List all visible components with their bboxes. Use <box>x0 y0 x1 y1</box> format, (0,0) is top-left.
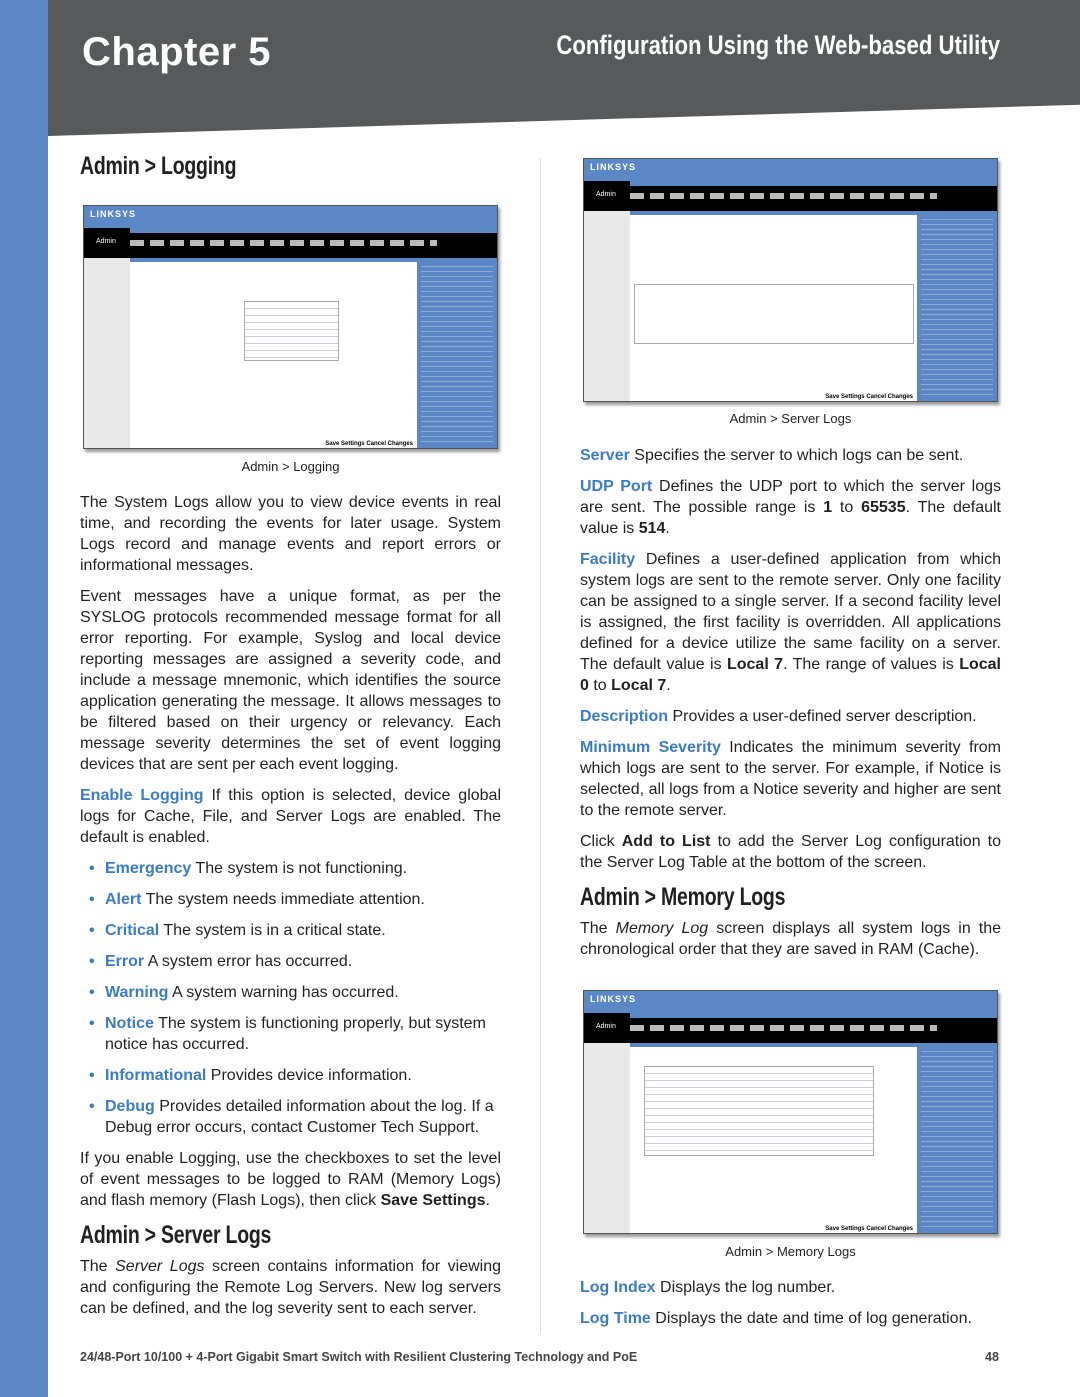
paragraph: The Memory Log screen displays all syste… <box>580 920 1002 958</box>
screenshot-memory-logs: LINKSYS Admin Save Settings Cancel Chang… <box>583 990 998 1234</box>
list-item: Alert The system needs immediate attenti… <box>80 889 501 910</box>
paragraph-enable-logging: Enable Logging If this option is selecte… <box>80 787 502 846</box>
chapter-title: Configuration Using the Web-based Utilit… <box>556 30 1000 60</box>
paragraph-udp-port: UDP Port Defines the UDP port to which t… <box>580 478 1002 537</box>
list-item: Warning A system warning has occurred. <box>80 982 501 1003</box>
list-item: Critical The system is in a critical sta… <box>80 920 501 941</box>
shot-buttons: Save Settings Cancel Changes <box>825 394 913 400</box>
side-color-strip <box>0 0 48 1397</box>
caption-server-logs: Admin > Server Logs <box>729 411 852 426</box>
nav-admin: Admin <box>596 191 616 198</box>
linksys-logo: LINKSYS <box>90 209 137 219</box>
list-item: Debug Provides detailed information abou… <box>80 1096 501 1138</box>
section-heading-memory-logs: Admin > Memory Logs <box>580 883 786 911</box>
section-heading-server-logs: Admin > Server Logs <box>80 1221 272 1249</box>
list-item: Informational Provides device informatio… <box>80 1065 501 1086</box>
section-heading-logging: Admin > Logging <box>80 152 237 180</box>
caption-logging: Admin > Logging <box>241 459 340 474</box>
nav-admin: Admin <box>596 1023 616 1030</box>
shot-buttons: Save Settings Cancel Changes <box>325 441 413 447</box>
column-divider <box>540 158 541 1333</box>
paragraph-log-index: Log Index Displays the log number. <box>580 1279 836 1296</box>
shot-buttons: Save Settings Cancel Changes <box>825 1226 913 1232</box>
list-item: Error A system error has occurred. <box>80 951 501 972</box>
right-body-lower: Log Index Displays the log number. Log T… <box>580 1277 1001 1339</box>
paragraph: Event messages have a unique format, as … <box>80 588 501 773</box>
paragraph-description: Description Provides a user-defined serv… <box>580 708 977 725</box>
paragraph-facility: Facility Defines a user-defined applicat… <box>580 551 1001 694</box>
paragraph-log-time: Log Time Displays the date and time of l… <box>580 1310 972 1327</box>
paragraph: If you enable Logging, use the checkboxe… <box>80 1150 501 1209</box>
left-body: The System Logs allow you to view device… <box>80 492 501 1329</box>
linksys-logo: LINKSYS <box>590 162 637 172</box>
page-number: 48 <box>985 1350 999 1364</box>
severity-list: Emergency The system is not functioning.… <box>80 858 501 1138</box>
screenshot-logging: LINKSYS Admin Save Settings Cancel Chang… <box>83 205 498 449</box>
paragraph-minimum-severity: Minimum Severity Indicates the minimum s… <box>580 739 1001 819</box>
paragraph: Click Add to List to add the Server Log … <box>580 833 1002 871</box>
paragraph: The System Logs allow you to view device… <box>80 494 501 574</box>
paragraph: The Server Logs screen contains informat… <box>80 1258 502 1317</box>
heading-logging-wrap: Admin > Logging <box>80 152 501 180</box>
footer-text: 24/48-Port 10/100 + 4-Port Gigabit Smart… <box>80 1350 638 1364</box>
nav-admin: Admin <box>96 238 116 245</box>
list-item: Notice The system is functioning properl… <box>80 1013 501 1055</box>
list-item: Emergency The system is not functioning. <box>80 858 501 879</box>
chapter-label: Chapter 5 <box>82 30 271 74</box>
linksys-logo: LINKSYS <box>590 994 637 1004</box>
caption-memory-logs: Admin > Memory Logs <box>725 1244 856 1259</box>
right-body: Server Specifies the server to which log… <box>580 445 1001 970</box>
paragraph-server: Server Specifies the server to which log… <box>580 447 964 464</box>
screenshot-server-logs: LINKSYS Admin Save Settings Cancel Chang… <box>583 158 998 402</box>
